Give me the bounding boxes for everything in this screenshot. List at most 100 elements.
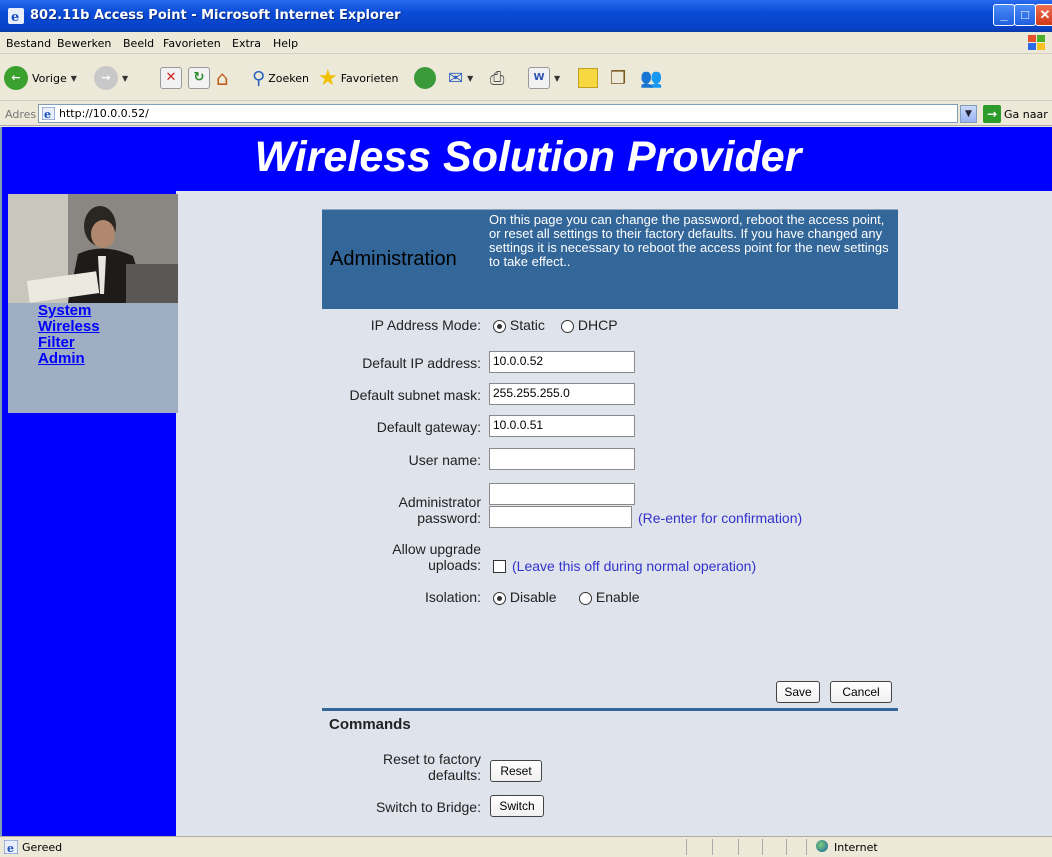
static-label: Static [509, 317, 545, 333]
sidebar-link-admin[interactable]: Admin [38, 351, 178, 367]
stop-button[interactable]: ✕ [160, 63, 182, 93]
chevron-down-icon: ▼ [122, 73, 129, 83]
upgrade-label-line2: uploads: [428, 557, 481, 573]
username-input[interactable] [489, 448, 635, 470]
isolation-disable-option[interactable]: Disable [493, 589, 557, 605]
subnet-row: Default subnet mask: 255.255.255.0 [178, 383, 878, 407]
print-button[interactable]: ⎙ [490, 63, 504, 93]
gateway-input[interactable]: 10.0.0.51 [489, 415, 635, 437]
reset-row: Reset to factory defaults: Reset [178, 751, 878, 787]
status-separator [806, 839, 807, 855]
address-bar: Adres e http://10.0.0.52/ ▼ → Ga naar [0, 102, 1052, 126]
sidebar-link-wireless[interactable]: Wireless [38, 319, 178, 335]
isolation-enable-option[interactable]: Enable [579, 589, 639, 605]
menu-view[interactable]: Beeld [123, 37, 154, 50]
close-button[interactable]: ✕ [1035, 4, 1052, 26]
search-button[interactable]: ⚲ Zoeken [252, 63, 309, 93]
password-row: Administrator password: (Re-enter for co… [178, 482, 878, 530]
research-button[interactable]: ❒ [610, 63, 626, 93]
history-button[interactable] [414, 63, 436, 93]
messenger-button[interactable]: 👥 [640, 63, 662, 93]
favorites-button[interactable]: ★ Favorieten [318, 63, 398, 93]
sidebar-link-system[interactable]: System [38, 303, 178, 319]
internet-zone-icon [816, 840, 828, 852]
upgrade-label-line1: Allow upgrade [392, 541, 481, 557]
history-icon [414, 67, 436, 89]
address-input[interactable]: e http://10.0.0.52/ [38, 104, 958, 123]
menu-tools[interactable]: Extra [232, 37, 261, 50]
sidebar-menu: System Wireless Filter Admin [8, 303, 178, 413]
windows-logo-icon [1028, 35, 1045, 50]
disable-radio[interactable] [493, 591, 506, 605]
isolation-label: Isolation: [424, 589, 481, 605]
svg-text:e: e [44, 108, 51, 120]
page-done-icon: e [4, 840, 18, 854]
reset-label-line1: Reset to factory [382, 751, 481, 767]
refresh-button[interactable]: ↻ [188, 63, 210, 93]
page-icon: e [42, 107, 55, 120]
subnet-label: Default subnet mask: [349, 387, 481, 403]
upgrade-row: Allow upgrade uploads: (Leave this off d… [178, 541, 878, 581]
home-button[interactable]: ⌂ [216, 63, 229, 93]
save-button[interactable]: Save [776, 681, 820, 703]
menu-bar: Bestand Bewerken Beeld Favorieten Extra … [0, 32, 1052, 54]
back-label: Vorige [32, 71, 67, 85]
menu-edit[interactable]: Bewerken [57, 37, 111, 50]
back-arrow-icon: ← [4, 66, 28, 90]
username-row: User name: [178, 448, 878, 472]
switch-button[interactable]: Switch [490, 795, 544, 817]
dhcp-radio[interactable] [561, 319, 574, 333]
isolation-row: Isolation: Disable Enable [178, 589, 878, 609]
zone-label: Internet [834, 841, 878, 854]
password-confirm-input[interactable] [489, 506, 632, 528]
username-label: User name: [408, 452, 481, 468]
cancel-button[interactable]: Cancel [830, 681, 892, 703]
business-photo-art [8, 194, 178, 303]
toolbar: ← Vorige ▼ → ▼ ✕ ↻ ⌂ ⚲ Zoeken ★ Favoriet… [0, 55, 1052, 101]
enable-radio[interactable] [579, 591, 592, 605]
minimize-button[interactable]: _ [993, 4, 1015, 26]
subnet-input[interactable]: 255.255.255.0 [489, 383, 635, 405]
upgrade-checkbox[interactable] [493, 560, 506, 573]
dhcp-label: DHCP [577, 317, 618, 333]
password-input[interactable] [489, 483, 635, 505]
star-icon: ★ [318, 65, 338, 91]
folder-icon [578, 68, 598, 88]
menu-help[interactable]: Help [273, 37, 298, 50]
menu-favorites[interactable]: Favorieten [163, 37, 221, 50]
password-label-line1: Administrator [398, 494, 481, 510]
password-label-line2: password: [417, 510, 481, 526]
reset-button[interactable]: Reset [490, 760, 542, 782]
mail-button[interactable]: ✉ ▼ [448, 63, 473, 93]
messenger-icon: 👥 [640, 67, 663, 89]
ip-mode-static-option[interactable]: Static [493, 317, 545, 333]
switch-row: Switch to Bridge: Switch [178, 795, 878, 819]
discuss-button[interactable] [578, 63, 598, 93]
back-button[interactable]: ← Vorige ▼ [4, 63, 77, 93]
chevron-down-icon: ▼ [554, 73, 561, 83]
title-bar: e 802.11b Access Point - Microsoft Inter… [0, 0, 1052, 32]
go-arrow-icon: → [986, 107, 998, 121]
static-radio[interactable] [493, 319, 506, 333]
ip-address-label: Default IP address: [362, 355, 481, 371]
go-button[interactable]: → [983, 105, 1001, 123]
address-dropdown-button[interactable]: ▼ [960, 105, 977, 123]
window-title: 802.11b Access Point - Microsoft Interne… [30, 8, 401, 23]
sidebar-link-filter[interactable]: Filter [38, 335, 178, 351]
upgrade-hint: (Leave this off during normal operation) [512, 558, 757, 574]
go-label[interactable]: Ga naar [1004, 108, 1048, 121]
research-icon: ❒ [610, 67, 627, 89]
svg-text:e: e [7, 842, 14, 854]
home-icon: ⌂ [216, 66, 229, 90]
commands-heading: Commands [329, 716, 411, 733]
maximize-button[interactable]: □ [1014, 4, 1036, 26]
ip-address-input[interactable]: 10.0.0.52 [489, 351, 635, 373]
ip-mode-dhcp-option[interactable]: DHCP [561, 317, 618, 333]
menu-file[interactable]: Bestand [6, 37, 51, 50]
reset-label: Reset to factory defaults: [321, 751, 481, 783]
forward-button[interactable]: → ▼ [94, 63, 128, 93]
status-bar: e Gereed Internet [0, 836, 1052, 857]
edit-button[interactable]: W ▼ [528, 63, 560, 93]
browser-window: e 802.11b Access Point - Microsoft Inter… [0, 0, 1052, 857]
password-label: Administrator password: [321, 494, 481, 526]
